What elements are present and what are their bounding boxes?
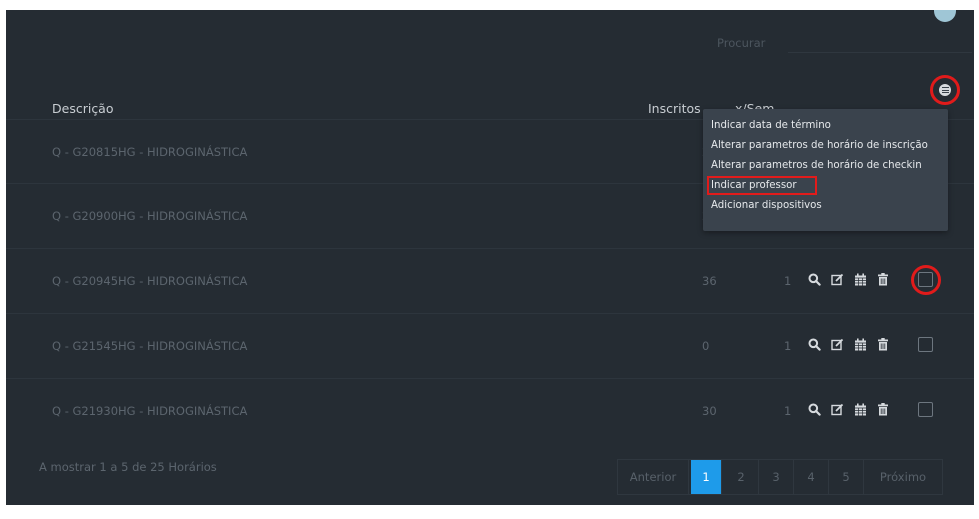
calendar-icon[interactable] xyxy=(852,271,868,287)
search-icon[interactable] xyxy=(806,336,822,352)
actions-menu-button[interactable] xyxy=(930,75,960,105)
menu-item-enrollment-params[interactable]: Alterar parametros de horário de inscriç… xyxy=(711,140,928,151)
actions-dropdown-menu: Indicar data de término Alterar parametr… xyxy=(703,109,948,231)
row-per-week: 1 xyxy=(784,274,792,288)
table-row: Q - G20945HG - HIDROGINÁSTICA 36 1 xyxy=(6,248,974,313)
schedules-panel: Procurar Descrição Inscritos x/Sem Q - G… xyxy=(6,10,974,516)
trash-icon[interactable] xyxy=(875,336,891,352)
calendar-icon[interactable] xyxy=(852,401,868,417)
row-description: Q - G21545HG - HIDROGINÁSTICA xyxy=(52,339,248,353)
pagination: Anterior 1 2 3 4 5 Próximo xyxy=(617,459,943,495)
row-checkbox[interactable] xyxy=(918,337,933,352)
pagination-page-5[interactable]: 5 xyxy=(829,460,864,494)
row-enrolled: 0 xyxy=(702,339,710,353)
row-actions xyxy=(806,336,891,352)
menu-item-end-date[interactable]: Indicar data de término xyxy=(711,120,831,131)
row-checkbox[interactable] xyxy=(918,402,933,417)
trash-icon[interactable] xyxy=(875,271,891,287)
table-row: Q - G21545HG - HIDROGINÁSTICA 0 1 xyxy=(6,313,974,378)
pagination-page-4[interactable]: 4 xyxy=(794,460,829,494)
row-per-week: 1 xyxy=(784,404,792,418)
help-bubble[interactable] xyxy=(934,10,956,22)
row-description: Q - G20815HG - HIDROGINÁSTICA xyxy=(52,145,248,159)
search-input[interactable] xyxy=(788,29,972,53)
header-enrolled[interactable]: Inscritos xyxy=(648,101,701,116)
page-background xyxy=(0,505,979,519)
edit-icon[interactable] xyxy=(829,401,845,417)
search-icon[interactable] xyxy=(806,401,822,417)
row-actions xyxy=(806,401,891,417)
search-icon[interactable] xyxy=(806,271,822,287)
menu-icon xyxy=(939,84,951,96)
edit-icon[interactable] xyxy=(829,271,845,287)
row-description: Q - G20945HG - HIDROGINÁSTICA xyxy=(52,274,248,288)
pagination-page-2[interactable]: 2 xyxy=(724,460,759,494)
table-row: Q - G21930HG - HIDROGINÁSTICA 30 1 xyxy=(6,378,974,443)
row-description: Q - G21930HG - HIDROGINÁSTICA xyxy=(52,404,248,418)
row-enrolled: 36 xyxy=(702,274,717,288)
pagination-page-3[interactable]: 3 xyxy=(759,460,794,494)
menu-item-checkin-params[interactable]: Alterar parametros de horário de checkin xyxy=(711,160,922,171)
trash-icon[interactable] xyxy=(875,401,891,417)
pagination-info: A mostrar 1 a 5 de 25 Horários xyxy=(39,460,217,474)
edit-icon[interactable] xyxy=(829,336,845,352)
search-label: Procurar xyxy=(717,36,766,50)
calendar-icon[interactable] xyxy=(852,336,868,352)
menu-item-add-devices[interactable]: Adicionar dispositivos xyxy=(711,200,822,211)
menu-item-assign-teacher[interactable]: Indicar professor xyxy=(707,176,817,195)
row-description: Q - G20900HG - HIDROGINÁSTICA xyxy=(52,209,248,223)
pagination-prev[interactable]: Anterior xyxy=(618,460,689,494)
header-description[interactable]: Descrição xyxy=(52,101,114,116)
pagination-next[interactable]: Próximo xyxy=(864,460,942,494)
row-per-week: 1 xyxy=(784,339,792,353)
pagination-page-1[interactable]: 1 xyxy=(691,460,722,494)
highlight-circle xyxy=(911,265,941,295)
row-actions xyxy=(806,271,891,287)
row-enrolled: 30 xyxy=(702,404,717,418)
